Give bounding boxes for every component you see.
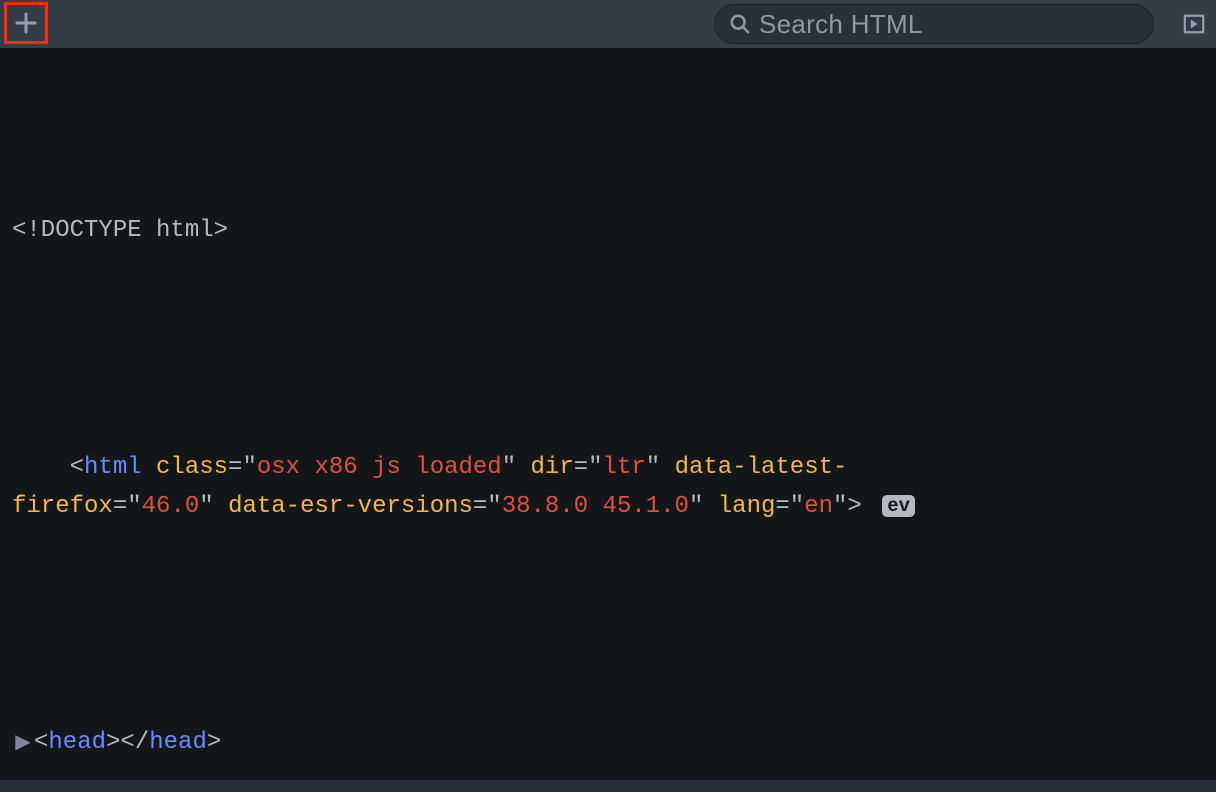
head-element-row[interactable]: ▶<head></head> bbox=[12, 723, 1216, 762]
search-placeholder: Search HTML bbox=[759, 9, 923, 40]
toggle-sidebar-button[interactable] bbox=[1180, 10, 1208, 38]
add-node-button[interactable] bbox=[4, 2, 48, 44]
dom-tree[interactable]: <!DOCTYPE html> <html class="osx x86 js … bbox=[0, 48, 1216, 792]
expand-twisty-icon[interactable]: ▶ bbox=[12, 728, 34, 761]
search-html-input[interactable]: Search HTML bbox=[714, 4, 1154, 44]
horizontal-scrollbar[interactable] bbox=[0, 780, 1216, 792]
plus-icon bbox=[14, 11, 38, 35]
scrollbar-thumb[interactable] bbox=[0, 780, 1216, 792]
tag-name: html bbox=[84, 454, 142, 481]
panel-icon bbox=[1183, 13, 1205, 35]
html-element-row[interactable]: <html class="osx x86 js loaded" dir="ltr… bbox=[12, 408, 1216, 565]
search-icon bbox=[729, 13, 751, 35]
inspector-toolbar: Search HTML bbox=[0, 0, 1216, 48]
doctype-row[interactable]: <!DOCTYPE html> bbox=[12, 211, 1216, 250]
doctype-text: <!DOCTYPE html> bbox=[12, 211, 228, 250]
event-listener-badge[interactable]: ev bbox=[882, 495, 915, 517]
